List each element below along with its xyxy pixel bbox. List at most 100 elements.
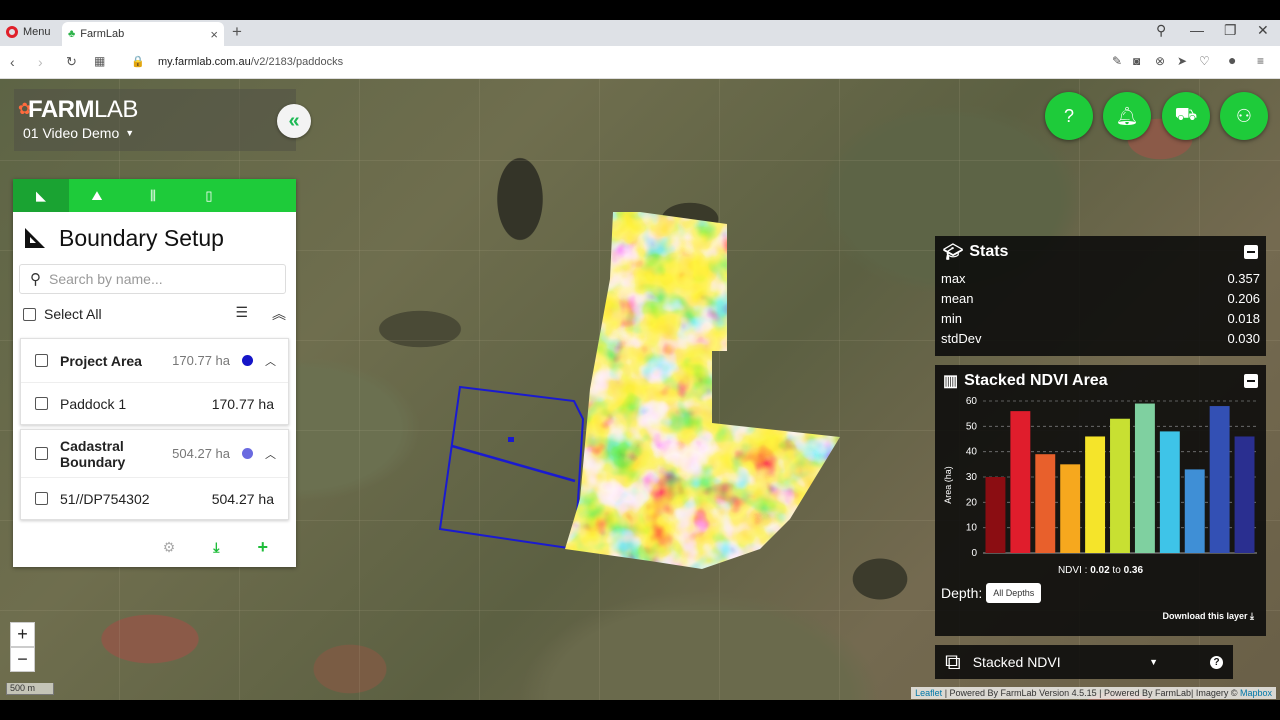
browser-tab-bar: Menu ♣ FarmLab × + ⚲ — ❐ ✕ (0, 20, 1280, 46)
close-tab-icon[interactable]: × (210, 27, 218, 42)
layer-selector[interactable]: ⧉ Stacked NDVI ▼ ? (935, 645, 1233, 679)
page-title: Boundary Setup (59, 224, 224, 251)
reload-icon[interactable]: ↻ (66, 54, 77, 70)
url-field[interactable]: my.farmlab.com.au/v2/2183/paddocks (158, 56, 343, 68)
block-icon[interactable]: ⊗ (1155, 54, 1165, 68)
collapse-all-icon[interactable]: ︽ (272, 304, 286, 324)
item-checkbox[interactable] (35, 397, 48, 410)
all-depths-button[interactable]: All Depths (986, 583, 1042, 603)
chart-bar[interactable] (1134, 403, 1155, 553)
ruler-triangle-icon (25, 228, 45, 248)
heart-icon[interactable]: ♡ (1199, 54, 1210, 68)
tractor-button[interactable]: ⛟ (1162, 92, 1210, 140)
question-icon: ? (1063, 105, 1074, 126)
stats-row: max 0.357 (935, 268, 1266, 288)
depth-label: Depth: (941, 585, 983, 601)
dropdown-caret-icon: ▼ (1149, 657, 1158, 667)
download-icon[interactable]: ⤓ (213, 539, 219, 556)
item-checkbox[interactable] (35, 492, 48, 505)
chart-bar[interactable] (1159, 431, 1180, 553)
edit-icon[interactable]: ✎ (1112, 54, 1122, 68)
chart-bar[interactable] (1085, 436, 1106, 553)
stat-value: 0.357 (1227, 270, 1260, 286)
download-layer-label: Download this layer (1162, 611, 1248, 621)
tab-sampling[interactable]: ⫼ (125, 179, 181, 212)
ruler-icon: ◣ (36, 187, 46, 203)
ndvi-area-panel: ▥ Stacked NDVI Area 0 10 20 30 40 50 60 Area (… (935, 365, 1266, 636)
leaflet-link[interactable]: Leaflet (915, 688, 942, 698)
settings-icon[interactable]: ≡ (1257, 54, 1264, 68)
group-area: 170.77 ha (172, 353, 230, 368)
layer-help-icon[interactable]: ? (1210, 655, 1223, 669)
minimize-ndvi-button[interactable] (1244, 374, 1258, 388)
tab-title: FarmLab (80, 28, 125, 40)
send-icon[interactable]: ➤ (1177, 54, 1187, 68)
layer-name: Stacked NDVI (972, 654, 1061, 670)
back-icon[interactable]: ‹ (10, 54, 15, 70)
list-item[interactable]: 51//DP754302 504.27 ha (21, 478, 288, 519)
tab-boundary[interactable]: ◣ (13, 179, 69, 212)
zoom-out-button[interactable]: − (10, 647, 35, 672)
close-window-icon[interactable]: ✕ (1257, 22, 1269, 39)
sampling-icon: ⫼ (150, 187, 156, 203)
group-area: 504.27 ha (172, 446, 230, 461)
collapse-sidebar-button[interactable]: « (277, 104, 311, 138)
chart-bar[interactable] (1035, 454, 1056, 553)
minimize-icon[interactable]: — (1190, 22, 1204, 38)
filter-icon[interactable]: ☰ (235, 304, 248, 324)
item-name: Paddock 1 (60, 395, 127, 412)
chart-bar[interactable] (1110, 418, 1130, 553)
tab-soil[interactable]: ⛰ (69, 179, 125, 212)
help-button[interactable]: ? (1045, 92, 1093, 140)
item-area: 170.77 ha (211, 395, 274, 412)
chart-bar[interactable] (1234, 436, 1255, 553)
tabs-grid-icon[interactable]: ▦ (94, 54, 105, 68)
chart-bar[interactable] (1060, 464, 1081, 553)
y-tick-label: 40 (966, 447, 978, 458)
group-header[interactable]: Project Area 170.77 ha ︿ (21, 339, 288, 383)
chevron-up-icon[interactable]: ︿ (265, 353, 276, 369)
cadastral-boundary-outline (438, 385, 585, 551)
search-tabs-icon[interactable]: ⚲ (1156, 22, 1166, 39)
tab-reports[interactable]: ▯ (181, 179, 237, 212)
zoom-in-button[interactable]: + (10, 622, 35, 647)
boundary-panel: ◣ ⛰ ⫼ ▯ Boundary Setup ⚲ Search by name.… (13, 179, 296, 567)
search-input[interactable]: ⚲ Search by name... (19, 264, 286, 294)
stat-value: 0.018 (1227, 310, 1260, 326)
browser-tab-farmlab[interactable]: ♣ FarmLab × (62, 22, 224, 46)
y-axis-label: Area (ha) (943, 466, 953, 504)
group-header[interactable]: Cadastral Boundary 504.27 ha ︿ (21, 430, 288, 478)
select-all-checkbox[interactable] (23, 307, 36, 321)
restore-icon[interactable]: ❐ (1224, 22, 1237, 39)
list-item[interactable]: Paddock 1 170.77 ha (21, 383, 288, 424)
download-layer-link[interactable]: Download this layer ⤓ (1162, 611, 1254, 622)
group-color-dot[interactable] (242, 355, 253, 366)
browser-menu-label: Menu (23, 26, 51, 38)
chart-bar[interactable] (1010, 411, 1031, 553)
group-color-dot[interactable] (242, 448, 253, 459)
chart-bar[interactable] (1184, 469, 1205, 553)
chevron-up-icon[interactable]: ︿ (265, 446, 276, 462)
chart-bar[interactable] (1209, 406, 1230, 553)
browser-menu-button[interactable]: Menu (6, 26, 51, 38)
minimize-stats-button[interactable] (1244, 245, 1258, 259)
group-checkbox[interactable] (35, 354, 48, 367)
mapbox-link[interactable]: Mapbox (1240, 688, 1272, 698)
bar-chart-icon: ▥ (943, 373, 959, 390)
user-settings-button[interactable]: ⚇ (1220, 92, 1268, 140)
notifications-button[interactable]: 🔔︎ (1103, 92, 1151, 140)
stat-label: mean (941, 290, 974, 306)
new-tab-button[interactable]: + (232, 22, 242, 42)
ndvi-title: Stacked NDVI Area (964, 372, 1108, 389)
group-checkbox[interactable] (35, 447, 48, 460)
cogs-icon[interactable]: ⚙ (163, 539, 176, 556)
profile-icon[interactable]: ● (1228, 52, 1236, 68)
camera-icon[interactable]: ◙ (1133, 54, 1140, 68)
caret-down-icon: ▼ (125, 128, 135, 138)
forward-icon[interactable]: › (38, 54, 43, 70)
project-selector[interactable]: 01 Video Demo ▼ (23, 125, 134, 141)
add-icon[interactable]: + (257, 537, 268, 558)
boundary-group-cadastral: Cadastral Boundary 504.27 ha ︿ 51//DP754… (20, 429, 289, 520)
chart-bar[interactable] (985, 477, 1006, 553)
panel-footer: ⚙ ⤓ + (13, 527, 296, 567)
